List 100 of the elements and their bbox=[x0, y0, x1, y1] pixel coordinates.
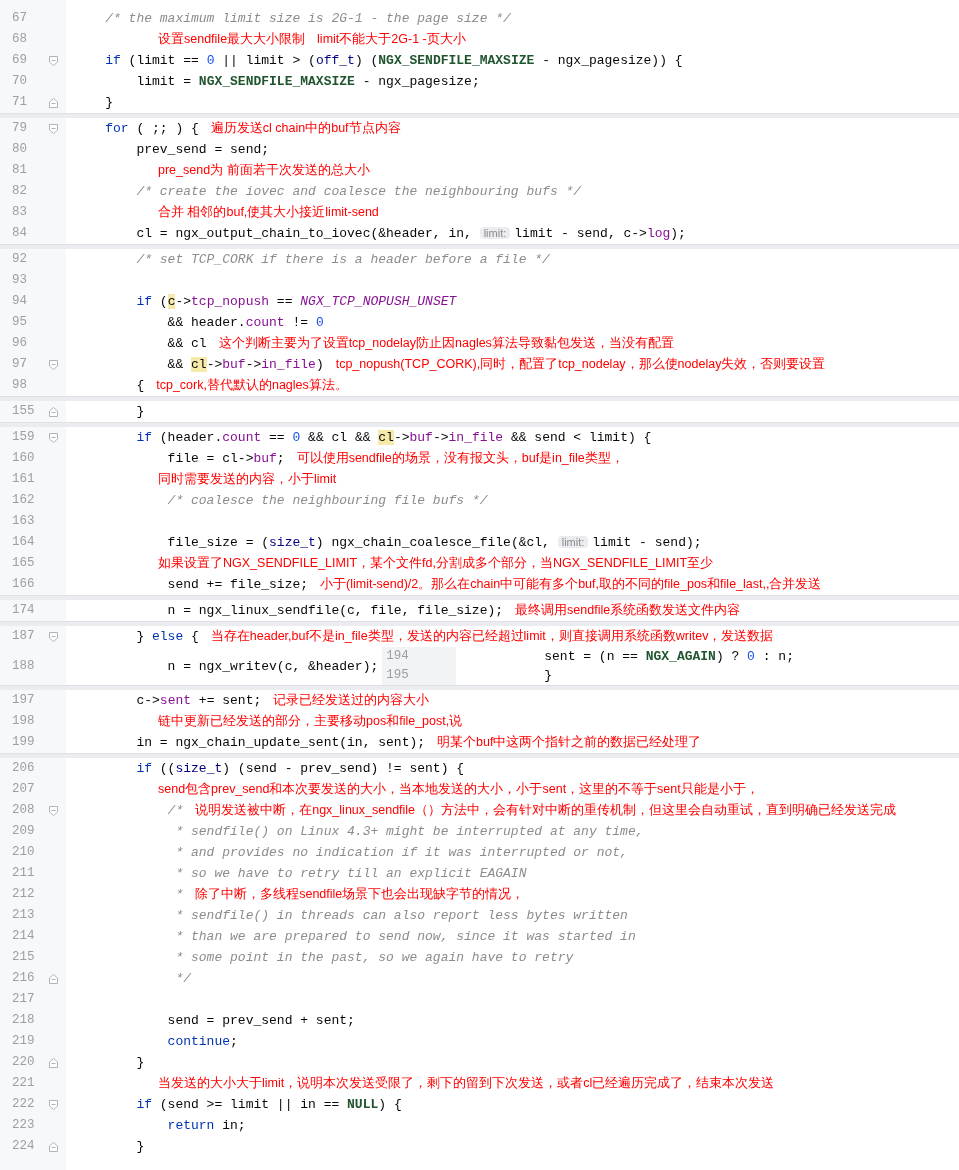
annotation-note: 合并 相邻的buf,使其大小接近limit-send bbox=[158, 206, 379, 219]
line-number: 82 bbox=[11, 183, 28, 201]
code-line: if (header.count == 0 && cl && cl->buf->in_file && send < limit) { bbox=[135, 429, 652, 447]
line-number: 80 bbox=[11, 141, 28, 159]
line-number: 220 bbox=[11, 1054, 36, 1072]
line-number: 81 bbox=[11, 162, 28, 180]
annotation-note: 除了中断，多线程sendfile场景下也会出现缺字节的情况， bbox=[195, 888, 525, 901]
code-line: for ( ;; ) { bbox=[104, 120, 199, 138]
line-number: 209 bbox=[11, 823, 36, 841]
code-line: send = prev_send + sent; bbox=[166, 1012, 355, 1030]
line-number: 174 bbox=[11, 602, 36, 620]
line-number: 165 bbox=[11, 555, 36, 573]
line-number: 222 bbox=[11, 1096, 36, 1114]
code-line: * bbox=[174, 886, 184, 904]
code-line: sent = (n == NGX_AGAIN) ? 0 : n; bbox=[544, 648, 794, 666]
line-number: 219 bbox=[11, 1033, 36, 1051]
annotation-note: 记录已经发送过的内容大小 bbox=[273, 694, 430, 707]
line-number: 199 bbox=[11, 734, 36, 752]
line-number: 211 bbox=[11, 865, 36, 883]
fold-icon[interactable] bbox=[48, 1141, 58, 1152]
line-number: 210 bbox=[11, 844, 36, 862]
fold-icon[interactable] bbox=[48, 359, 58, 370]
line-number: 161 bbox=[11, 471, 36, 489]
code-line: { bbox=[135, 377, 145, 395]
line-number: 224 bbox=[11, 1138, 36, 1156]
annotation-note: 同时需要发送的内容，小于limit bbox=[158, 473, 337, 486]
annotation-note: 小于(limit-send)/2。那么在chain中可能有多个buf,取的不同的file_pos和file_last,,合并发送 bbox=[320, 578, 822, 591]
annotation-note: 遍历发送cl chain中的buf节点内容 bbox=[210, 122, 401, 135]
code-line: } bbox=[135, 403, 145, 421]
code-line: if (send >= limit || in == NULL) { bbox=[135, 1096, 402, 1114]
code-line: * so we have to retry till an explicit EAGAIN bbox=[174, 865, 527, 883]
line-number: 217 bbox=[11, 991, 36, 1009]
line-number: 214 bbox=[11, 928, 36, 946]
line-number: 84 bbox=[11, 225, 28, 243]
line-number: 197 bbox=[11, 692, 36, 710]
code-line: send += file_size; bbox=[166, 576, 309, 594]
line-number: 163 bbox=[11, 513, 36, 531]
line-number: 97 bbox=[11, 356, 28, 374]
line-number: 79 bbox=[11, 120, 28, 138]
code-line: cl = ngx_output_chain_to_iovec(&header, in, limit: limit - send, c->log); bbox=[135, 225, 686, 243]
fold-icon[interactable] bbox=[48, 97, 58, 108]
code-line: && header.count != 0 bbox=[166, 314, 324, 332]
line-number: 213 bbox=[11, 907, 36, 925]
code-line: c->sent += sent; bbox=[135, 692, 262, 710]
code-line: } else { bbox=[135, 628, 199, 646]
code-line: * than we are prepared to send now, since it was started in bbox=[174, 928, 636, 946]
code-line: return in; bbox=[166, 1117, 246, 1135]
line-number: 71 bbox=[11, 94, 28, 112]
fold-icon[interactable] bbox=[48, 406, 58, 417]
code-line: /* coalesce the neighbouring file bufs */ bbox=[166, 492, 488, 510]
line-number: 195 bbox=[385, 667, 410, 684]
annotation-note: 明某个buf中这两个指针之前的数据已经处理了 bbox=[437, 736, 702, 749]
line-number: 155 bbox=[11, 403, 36, 421]
fold-icon[interactable] bbox=[48, 805, 58, 816]
code-line: * some point in the past, so we again have to retry bbox=[174, 949, 574, 967]
code-line: n = ngx_writev(c, &header); bbox=[166, 657, 379, 676]
line-number: 96 bbox=[11, 335, 28, 353]
line-number: 188 bbox=[11, 657, 36, 675]
line-number: 95 bbox=[11, 314, 28, 332]
fold-icon[interactable] bbox=[48, 55, 58, 66]
line-number: 70 bbox=[11, 73, 28, 91]
annotation-note: 当发送的大小大于limit，说明本次发送受限了，剩下的留到下次发送，或者cl已经遍历完成了，结束本次发送 bbox=[158, 1077, 775, 1090]
annotation-note: 当存在header,buf不是in_file类型，发送的内容已经超过limit，则直接调用系统函数writev，发送数据 bbox=[210, 630, 774, 643]
line-number: 69 bbox=[11, 52, 28, 70]
fold-icon[interactable] bbox=[48, 1099, 58, 1110]
code-line: file = cl->buf; bbox=[166, 450, 285, 468]
line-number: 162 bbox=[11, 492, 36, 510]
line-number: 216 bbox=[11, 970, 36, 988]
annotation-note: 可以使用sendfile的场景，没有报文头，buf是in_file类型， bbox=[296, 452, 624, 465]
line-number: 206 bbox=[11, 760, 36, 778]
code-line: continue; bbox=[166, 1033, 238, 1051]
code-line: /* bbox=[166, 802, 184, 820]
annotation-note: pre_send为 前面若干次发送的总大小 bbox=[158, 164, 370, 177]
code-line: */ bbox=[174, 970, 192, 988]
line-number: 92 bbox=[11, 251, 28, 269]
annotation-note: 设置sendfile最大大小限制 bbox=[158, 33, 306, 46]
line-number: 198 bbox=[11, 713, 36, 731]
line-number: 159 bbox=[11, 429, 36, 447]
code-line: limit = NGX_SENDFILE_MAXSIZE - ngx_pagesize; bbox=[135, 73, 480, 91]
fold-icon[interactable] bbox=[48, 432, 58, 443]
fold-icon[interactable] bbox=[48, 631, 58, 642]
code-line: * sendfile() in threads can also report less bytes written bbox=[174, 907, 628, 925]
fold-icon[interactable] bbox=[48, 973, 58, 984]
line-number: 207 bbox=[11, 781, 36, 799]
annotation-note: send包含prev_send和本次要发送的大小，当本地发送的大小，小于sent，这里的不等于sent只能是小于， bbox=[158, 783, 759, 796]
line-number: 215 bbox=[11, 949, 36, 967]
line-number: 67 bbox=[11, 10, 28, 28]
code-line: /* the maximum limit size is 2G-1 - the page size */ bbox=[104, 10, 511, 28]
code-line: if ((size_t) (send - prev_send) != sent) { bbox=[135, 760, 465, 778]
annotation-note: 说明发送被中断，在ngx_linux_sendfile（）方法中，会有针对中断的重传机制，但这里会自动重试，直到明确已经发送完成 bbox=[195, 804, 897, 817]
code-line: } bbox=[135, 1138, 145, 1156]
fold-icon[interactable] bbox=[48, 1057, 58, 1068]
line-number: 223 bbox=[11, 1117, 36, 1135]
code-line: && cl bbox=[166, 335, 207, 353]
line-number: 94 bbox=[11, 293, 28, 311]
fold-icon[interactable] bbox=[48, 123, 58, 134]
code-line: } bbox=[544, 667, 554, 685]
annotation-note: tcp_cork,替代默认的nagles算法。 bbox=[156, 379, 348, 392]
annotation-note: tcp_nopush(TCP_CORK),同时，配置了tcp_nodelay，那么使nodelay失效，否则要设置 bbox=[335, 358, 826, 371]
code-line: } bbox=[104, 94, 113, 112]
